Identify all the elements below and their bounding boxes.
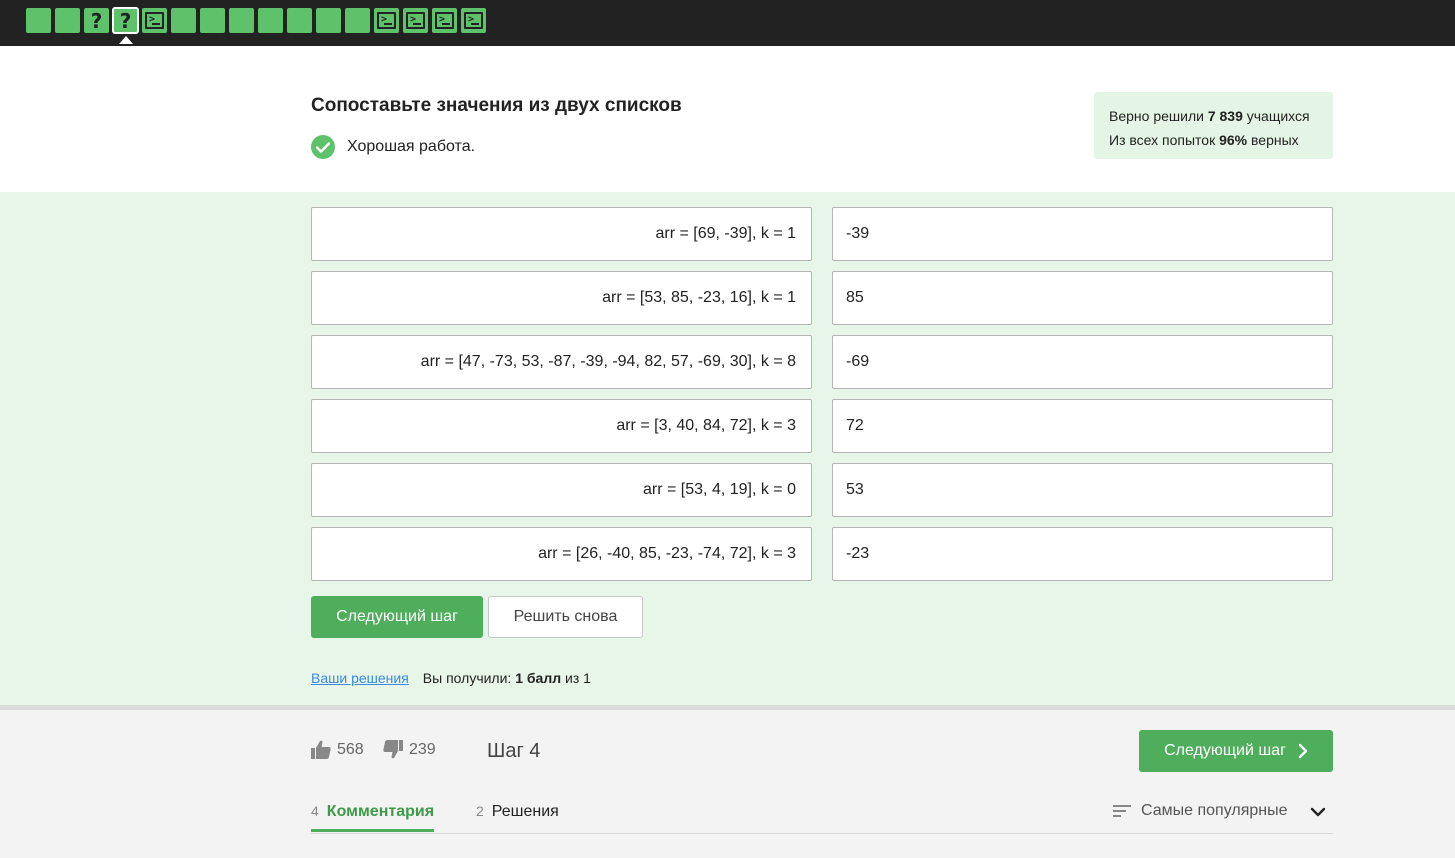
match-right-item[interactable]: -23 (832, 527, 1333, 581)
match-right-item[interactable]: 72 (832, 399, 1333, 453)
match-left-text: arr = [69, -39], k = 1 (655, 225, 796, 242)
match-left-item: arr = [69, -39], k = 1 (311, 207, 812, 261)
stats-solved-count: 7 839 (1207, 108, 1243, 124)
match-left-item: arr = [53, 85, -23, 16], k = 1 (311, 271, 812, 325)
solve-again-button[interactable]: Решить снова (488, 596, 643, 638)
step-item[interactable] (287, 8, 312, 33)
stats-box: Верно решили 7 839 учащихся Из всех попы… (1094, 92, 1333, 159)
stats-percent-value: 96% (1219, 132, 1248, 148)
match-right-text: 72 (846, 417, 864, 434)
match-left-text: arr = [53, 4, 19], k = 0 (643, 481, 796, 498)
match-right-text: 53 (846, 481, 864, 498)
match-right-text: -39 (846, 225, 870, 242)
check-circle-icon (311, 135, 335, 159)
step-item-quiz[interactable]: ? (84, 8, 109, 33)
tab-solutions-label: Решения (491, 803, 559, 820)
terminal-icon: > (464, 12, 483, 29)
step-item[interactable] (316, 8, 341, 33)
like-count: 568 (337, 740, 364, 758)
match-right-text: -23 (846, 545, 870, 562)
tab-solutions-count: 2 (476, 803, 484, 819)
match-left-item: arr = [53, 4, 19], k = 0 (311, 463, 812, 517)
footer-next-step-button[interactable]: Следующий шаг (1139, 730, 1333, 772)
step-list: ?? > > > > > (26, 7, 486, 44)
thumbs-up-icon (311, 740, 331, 759)
question-icon: ? (119, 8, 132, 33)
page-title: Сопоставьте значения из двух списков (311, 95, 682, 116)
chevron-down-icon[interactable] (1310, 805, 1326, 823)
step-item[interactable] (200, 8, 225, 33)
score-prefix: Вы получили: (422, 670, 516, 686)
chevron-right-icon (1298, 743, 1308, 759)
stats-solved-line: Верно решили 7 839 учащихся (1109, 104, 1318, 128)
terminal-icon: > (406, 12, 425, 29)
step-item-code[interactable]: > (374, 8, 399, 33)
tab-comments-label: Комментария (326, 803, 435, 820)
score-suffix: из 1 (561, 670, 591, 686)
dislike-button[interactable]: 239 (383, 740, 436, 759)
tabs-underline (311, 833, 1333, 834)
tab-comments[interactable]: 4 Комментария (311, 803, 435, 832)
step-item-code[interactable]: > (403, 8, 428, 33)
score-text: Вы получили: 1 балл из 1 (423, 670, 591, 686)
stats-percent-prefix: Из всех попыток (1109, 132, 1220, 148)
next-step-button[interactable]: Следующий шаг (311, 596, 483, 638)
sort-dropdown[interactable]: Самые популярные (1113, 802, 1287, 820)
question-icon: ? (90, 8, 103, 33)
step-item[interactable] (258, 8, 283, 33)
stats-percent-suffix: верных (1247, 132, 1299, 148)
match-right-text: 85 (846, 289, 864, 306)
dislike-count: 239 (409, 740, 436, 758)
step-item[interactable] (229, 8, 254, 33)
step-navigation-bar: ?? > > > > > (0, 0, 1455, 46)
sort-icon (1113, 805, 1131, 817)
terminal-icon: > (435, 12, 454, 29)
stats-solved-prefix: Верно решили (1109, 108, 1208, 124)
score-points: 1 балл (515, 670, 562, 686)
match-left-text: arr = [3, 40, 84, 72], k = 3 (616, 417, 796, 434)
thumbs-down-icon (383, 740, 403, 759)
step-item-code[interactable]: > (142, 8, 167, 33)
terminal-icon: > (377, 12, 396, 29)
score-row: Ваши решения Вы получили: 1 балл из 1 (311, 670, 591, 686)
tab-comments-count: 4 (311, 803, 319, 819)
step-item[interactable] (171, 8, 196, 33)
step-item[interactable] (345, 8, 370, 33)
step-item-quiz[interactable]: ? (112, 7, 139, 44)
sort-label: Самые популярные (1141, 802, 1288, 819)
terminal-icon: > (145, 12, 164, 29)
step-item[interactable] (55, 8, 80, 33)
match-right-item[interactable]: -69 (832, 335, 1333, 389)
step-number-label: Шаг 4 (487, 740, 541, 762)
match-left-text: arr = [53, 85, -23, 16], k = 1 (602, 289, 796, 306)
match-right-item[interactable]: 85 (832, 271, 1333, 325)
stats-percent-line: Из всех попыток 96% верных (1109, 128, 1318, 152)
match-left-text: arr = [47, -73, 53, -87, -39, -94, 82, 5… (420, 353, 796, 370)
match-right-item[interactable]: -39 (832, 207, 1333, 261)
your-solutions-link[interactable]: Ваши решения (311, 670, 409, 686)
stats-solved-suffix: учащихся (1242, 108, 1310, 124)
step-item-code[interactable]: > (461, 8, 486, 33)
match-left-text: arr = [26, -40, 85, -23, -74, 72], k = 3 (538, 545, 796, 562)
result-status: Хорошая работа. (311, 135, 475, 159)
match-right-text: -69 (846, 353, 870, 370)
step-item-code[interactable]: > (432, 8, 457, 33)
step-item[interactable] (26, 8, 51, 33)
footer-next-step-label: Следующий шаг (1164, 742, 1286, 759)
match-left-item: arr = [47, -73, 53, -87, -39, -94, 82, 5… (311, 335, 812, 389)
like-button[interactable]: 568 (311, 740, 364, 759)
match-left-item: arr = [26, -40, 85, -23, -74, 72], k = 3 (311, 527, 812, 581)
match-right-item[interactable]: 53 (832, 463, 1333, 517)
status-text: Хорошая работа. (347, 138, 476, 155)
match-left-item: arr = [3, 40, 84, 72], k = 3 (311, 399, 812, 453)
tab-solutions[interactable]: 2 Решения (476, 803, 559, 821)
